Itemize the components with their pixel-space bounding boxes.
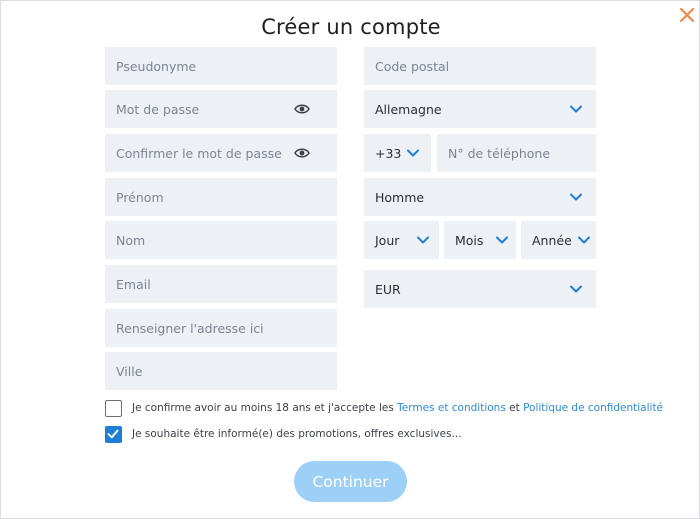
eye-icon[interactable] — [294, 102, 310, 116]
gender-select[interactable]: Homme — [364, 178, 596, 216]
phone-field[interactable] — [437, 134, 596, 172]
chevron-down-icon[interactable] — [417, 235, 429, 245]
terms-link[interactable]: Termes et conditions — [397, 402, 506, 414]
terms-connector: et — [505, 402, 524, 414]
chevron-down-icon[interactable] — [570, 104, 582, 114]
chevron-down-icon[interactable] — [496, 235, 508, 245]
dial-code-select[interactable]: +33 — [364, 134, 431, 172]
promo-label: Je souhaite être informé(e) des promotio… — [132, 428, 462, 440]
chevron-down-icon[interactable] — [578, 235, 590, 245]
address-field[interactable] — [105, 309, 337, 347]
continue-button[interactable]: Continuer — [294, 461, 407, 502]
nom-input[interactable] — [116, 232, 337, 248]
currency-value: EUR — [375, 281, 401, 297]
ville-input[interactable] — [116, 363, 337, 379]
page-title: Créer un compte — [261, 15, 441, 39]
postal-code-input[interactable] — [375, 58, 596, 74]
eye-icon[interactable] — [294, 146, 310, 160]
password-field[interactable] — [105, 90, 337, 128]
prenom-input[interactable] — [116, 189, 337, 205]
terms-label: Je confirme avoir au moins 18 ans et j'a… — [132, 402, 663, 414]
chevron-down-icon[interactable] — [407, 148, 419, 158]
address-input[interactable] — [116, 320, 337, 336]
year-value: Année — [532, 232, 572, 248]
nom-field[interactable] — [105, 221, 337, 259]
month-value: Mois — [455, 232, 484, 248]
chevron-down-icon[interactable] — [570, 192, 582, 202]
terms-checkbox[interactable] — [105, 400, 122, 417]
postal-code-field[interactable] — [364, 47, 596, 85]
day-select[interactable]: Jour — [364, 221, 439, 259]
pseudonyme-input[interactable] — [116, 58, 337, 74]
month-select[interactable]: Mois — [444, 221, 516, 259]
country-value: Allemagne — [375, 101, 442, 117]
ville-field[interactable] — [105, 352, 337, 390]
country-select[interactable]: Allemagne — [364, 90, 596, 128]
chevron-down-icon[interactable] — [570, 284, 582, 294]
signup-modal: Créer un compte Allemagne — [0, 0, 700, 519]
email-field[interactable] — [105, 265, 337, 303]
gender-value: Homme — [375, 189, 425, 205]
confirm-password-field[interactable] — [105, 134, 337, 172]
prenom-field[interactable] — [105, 178, 337, 216]
phone-input[interactable] — [448, 145, 596, 161]
day-value: Jour — [375, 232, 400, 248]
dial-code-value: +33 — [375, 145, 402, 161]
email-input[interactable] — [116, 276, 337, 292]
privacy-link[interactable]: Politique de confidentialité — [523, 402, 663, 414]
terms-text: Je confirme avoir au moins 18 ans et j'a… — [132, 402, 398, 414]
promo-checkbox[interactable] — [105, 426, 122, 443]
year-select[interactable]: Année — [521, 221, 596, 259]
pseudonyme-field[interactable] — [105, 47, 337, 85]
checkmark-icon — [107, 429, 119, 439]
currency-select[interactable]: EUR — [364, 270, 596, 308]
